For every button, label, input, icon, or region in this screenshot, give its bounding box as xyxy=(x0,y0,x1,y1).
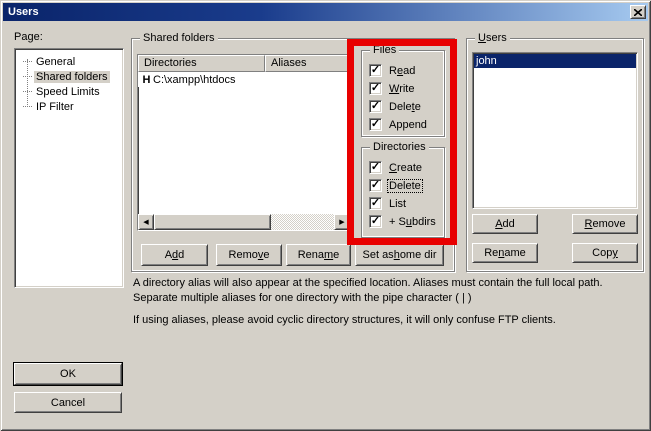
rename-directory-button[interactable]: Rename xyxy=(286,244,351,266)
checkmark-icon: ✓ xyxy=(371,101,380,112)
table-header: Directories Aliases xyxy=(138,55,350,72)
checkbox-box: ✓ xyxy=(369,118,382,131)
checkmark-icon: ✓ xyxy=(371,216,380,227)
tree-line xyxy=(27,59,28,107)
horizontal-scrollbar[interactable]: ◀ ▶ xyxy=(138,214,350,230)
directories-group: Directories ✓ Create ✓ Delete ✓ List ✓ +… xyxy=(361,147,445,238)
checkbox-files-read[interactable]: ✓ Read xyxy=(369,63,416,78)
page-label: Page: xyxy=(14,31,43,43)
checkmark-icon: ✓ xyxy=(371,83,380,94)
arrow-right-icon: ▶ xyxy=(339,219,344,226)
checkmark-icon: ✓ xyxy=(371,180,380,191)
set-home-dir-button[interactable]: Set as home dir xyxy=(355,244,444,266)
checkbox-dirs-create[interactable]: ✓ Create xyxy=(369,160,423,175)
user-list-item[interactable]: john xyxy=(474,54,636,68)
window-title: Users xyxy=(8,6,39,18)
checkmark-icon: ✓ xyxy=(371,198,380,209)
files-group-label: Files xyxy=(370,44,399,57)
ok-button[interactable]: OK xyxy=(14,363,122,385)
checkbox-files-append[interactable]: ✓ Append xyxy=(369,117,428,132)
page-item-general[interactable]: General xyxy=(15,54,123,69)
directory-path: C:\xampp\htdocs xyxy=(153,74,236,86)
copy-user-button[interactable]: Copy xyxy=(572,243,638,263)
add-directory-button[interactable]: Add xyxy=(141,244,208,266)
column-header-aliases[interactable]: Aliases xyxy=(265,55,350,72)
checkbox-box: ✓ xyxy=(369,100,382,113)
checkbox-files-delete[interactable]: ✓ Delete xyxy=(369,99,422,114)
checkmark-icon: ✓ xyxy=(371,65,380,76)
scrollbar-track[interactable] xyxy=(271,214,334,230)
remove-directory-button[interactable]: Remove xyxy=(216,244,282,266)
cancel-button[interactable]: Cancel xyxy=(14,392,122,413)
checkbox-dirs-delete[interactable]: ✓ Delete xyxy=(369,178,422,193)
checkbox-box: ✓ xyxy=(369,197,382,210)
checkbox-box: ✓ xyxy=(369,82,382,95)
users-dialog: Users Page: General Shared folders Speed… xyxy=(0,0,651,431)
users-list: john xyxy=(472,52,638,209)
checkbox-box: ✓ xyxy=(369,64,382,77)
checkbox-dirs-subdirs[interactable]: ✓ + Subdirs xyxy=(369,214,437,229)
title-bar[interactable]: Users xyxy=(3,3,648,21)
arrow-left-icon: ◀ xyxy=(143,219,148,226)
column-header-directories[interactable]: Directories xyxy=(138,55,265,72)
table-row[interactable]: H C:\xampp\htdocs xyxy=(138,72,350,87)
scroll-left-button[interactable]: ◀ xyxy=(138,214,154,230)
checkmark-icon: ✓ xyxy=(371,162,380,173)
add-user-button[interactable]: Add xyxy=(472,214,538,234)
checkbox-files-write[interactable]: ✓ Write xyxy=(369,81,415,96)
remove-user-button[interactable]: Remove xyxy=(572,214,638,234)
page-item-ip-filter[interactable]: IP Filter xyxy=(15,99,123,114)
users-group-label: Users xyxy=(475,32,510,45)
checkbox-box: ✓ xyxy=(369,179,382,192)
page-item-shared-folders[interactable]: Shared folders xyxy=(15,69,123,84)
directories-table: Directories Aliases H C:\xampp\htdocs ◀ … xyxy=(137,54,351,231)
shared-folders-group-label: Shared folders xyxy=(140,32,218,45)
scrollbar-thumb[interactable] xyxy=(154,214,271,230)
checkbox-box: ✓ xyxy=(369,161,382,174)
alias-note-text: A directory alias will also appear at th… xyxy=(133,276,649,306)
checkbox-dirs-list[interactable]: ✓ List xyxy=(369,196,407,211)
page-list: General Shared folders Speed Limits IP F… xyxy=(14,48,124,288)
rename-user-button[interactable]: Rename xyxy=(472,243,538,263)
home-dir-marker: H xyxy=(140,74,153,86)
scroll-right-button[interactable]: ▶ xyxy=(334,214,350,230)
checkbox-box: ✓ xyxy=(369,215,382,228)
files-group: Files ✓ Read ✓ Write ✓ Delete ✓ Append xyxy=(361,50,445,137)
directories-group-label: Directories xyxy=(370,141,429,154)
page-item-speed-limits[interactable]: Speed Limits xyxy=(15,84,123,99)
close-icon xyxy=(634,9,642,16)
cyclic-note-text: If using aliases, please avoid cyclic di… xyxy=(133,313,649,328)
checkmark-icon: ✓ xyxy=(371,119,380,130)
close-button[interactable] xyxy=(630,5,646,19)
